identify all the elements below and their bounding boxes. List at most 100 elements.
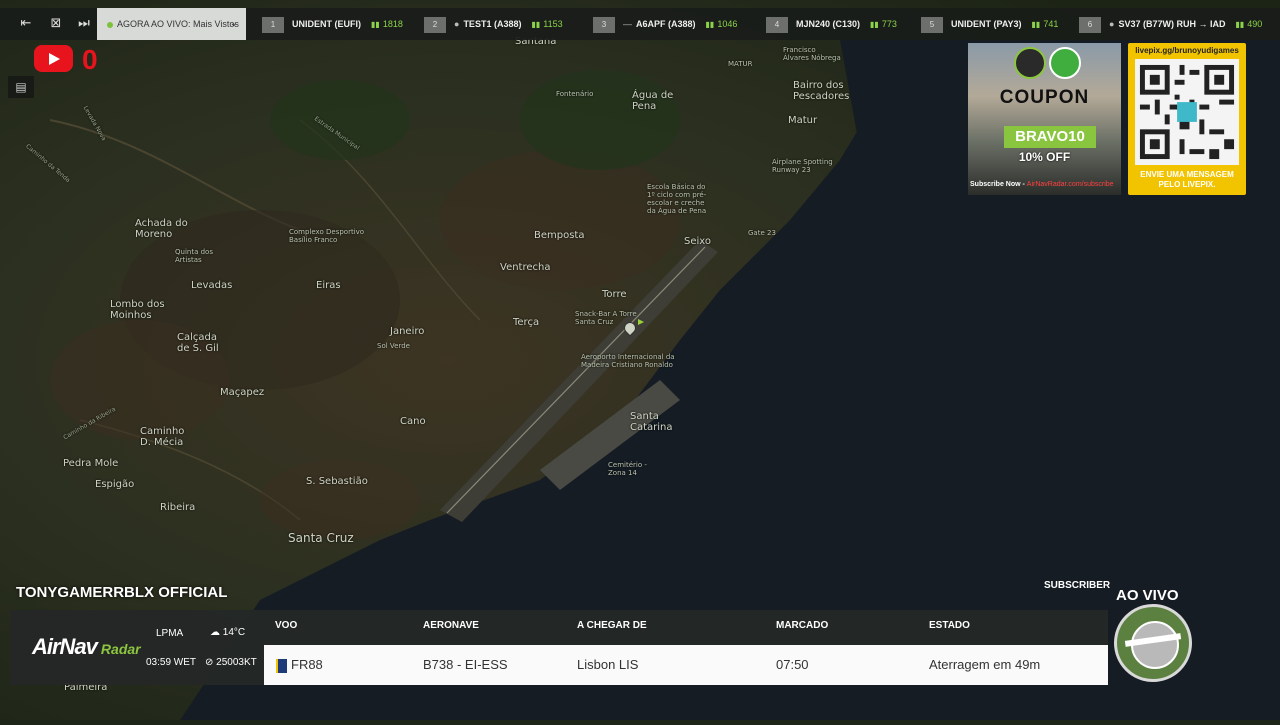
- coupon-site-url: AirNavRadar.com/subscribe: [1026, 181, 1114, 188]
- map-label: Santa Cruz: [288, 531, 354, 545]
- flight-code: TEST1 (A388): [463, 19, 522, 29]
- viewer-count: 773: [881, 19, 897, 29]
- map-label: Santa Catarina: [630, 411, 673, 433]
- airnav-radar-logo: AirNav Radar: [32, 634, 141, 660]
- map-label: Fontenário: [556, 90, 594, 98]
- col-header-estado: ESTADO: [929, 620, 970, 631]
- flight-rank: 6: [1079, 17, 1101, 33]
- weather-readout: ☁ 14°C: [210, 627, 245, 638]
- flight-rank: 5: [921, 17, 943, 33]
- flight-rank: 3: [593, 17, 615, 33]
- viewer-count: 1818: [382, 19, 403, 29]
- airport-code: LPMA: [156, 628, 184, 639]
- coupon-code: BRAVO10: [1004, 126, 1096, 148]
- map-label: Seixo: [684, 236, 712, 247]
- livepix-qr-panel: livepix.gg/brunoyudigames ENVIE UMA MENS…: [1128, 43, 1246, 195]
- play-icon: [49, 53, 60, 65]
- col-header-voo: VOO: [275, 620, 298, 631]
- map-label: Calçada de S. Gil: [177, 332, 219, 354]
- flight-rank: 1: [262, 17, 284, 33]
- airline-logo-icon: ●: [454, 19, 460, 29]
- aircraft-icon[interactable]: [638, 319, 644, 325]
- map-label: Espigão: [95, 479, 135, 490]
- viewers-icon: ▮▮: [1235, 20, 1245, 29]
- viewer-count: 1153: [543, 19, 563, 29]
- qr-caption-line: PELO LIVEPIX.: [1158, 180, 1216, 189]
- map-label: Bemposta: [534, 230, 585, 241]
- flight-code: SV37 (B77W) RUH → IAD: [1118, 19, 1226, 29]
- map-label: Maçapez: [220, 387, 265, 398]
- airnav-radar-icon: [1049, 47, 1081, 79]
- cloud-icon: ☁: [210, 627, 220, 638]
- map-label: Quinta dos Artistas: [175, 248, 213, 264]
- coupon-subscribe-text: Subscribe Now - AirNavRadar.com/subscrib…: [970, 181, 1114, 188]
- skip-next-icon[interactable]: ⏭: [76, 16, 92, 32]
- youtube-counter: 0: [82, 44, 98, 75]
- top-flight-item[interactable]: 6 ● SV37 (B77W) RUH → IAD ▮▮ 490: [1079, 16, 1263, 33]
- map-label: Ribeira: [160, 502, 196, 513]
- subscriber-label: SUBSCRIBER: [1044, 580, 1111, 591]
- collapse-panel-icon[interactable]: ⇤: [18, 16, 34, 32]
- map-label: Aeroporto Internacional da Madeira Crist…: [581, 353, 675, 369]
- expand-icon[interactable]: ⊠: [48, 16, 64, 32]
- map-label: Ventrecha: [500, 262, 551, 273]
- youtube-logo-icon: [34, 45, 73, 72]
- live-filter-dropdown[interactable]: AGORA AO VIVO: Mais Vistos ⌄: [97, 8, 246, 40]
- temperature: 14°C: [222, 627, 246, 638]
- map-label: Cemitério - Zona 14: [608, 461, 647, 477]
- map-label: Complexo Desportivo Basílio Franco: [289, 228, 365, 244]
- top-flight-item[interactable]: 5 UNIDENT (PAY3) ▮▮ 741: [921, 16, 1058, 33]
- airline-logo-icon: ●: [1109, 19, 1115, 29]
- top-flight-item[interactable]: 4 MJN240 (C130) ▮▮ 773: [766, 16, 897, 33]
- wind-value: 25003KT: [216, 657, 257, 668]
- brand-seal-icon: [1014, 47, 1046, 79]
- map-label: MATUR: [728, 60, 753, 68]
- flight-code: UNIDENT (EUFI): [292, 19, 361, 29]
- scheduled-cell: 07:50: [776, 657, 809, 672]
- flight-number-cell: FR88: [276, 657, 323, 673]
- origin-cell: Lisbon LIS: [577, 657, 639, 672]
- flight-rank: 2: [424, 17, 446, 33]
- viewer-count: 1046: [717, 19, 738, 29]
- wind-icon: ⊘: [205, 657, 214, 668]
- flight-code: UNIDENT (PAY3): [951, 19, 1022, 29]
- wind-readout: ⊘ 25003KT: [205, 657, 257, 668]
- qr-code-icon: [1135, 59, 1239, 165]
- channel-name: TONYGAMERRBLX OFFICIAL: [16, 584, 228, 601]
- coupon-discount: 10% OFF: [1018, 150, 1071, 164]
- col-header-origem: A CHEGAR DE: [577, 620, 647, 631]
- logo-sub: Radar: [100, 641, 141, 657]
- flight-list-button[interactable]: ▤: [8, 76, 34, 98]
- status-cell: Aterragem em 49m: [929, 657, 1041, 672]
- local-time: 03:59 WET: [146, 657, 197, 668]
- map-label: Água de Pena: [632, 90, 674, 112]
- viewer-count: 490: [1247, 19, 1263, 29]
- map-label: Cano: [400, 416, 426, 427]
- viewers-icon: ▮▮: [1031, 20, 1041, 29]
- top-flights-bar: ⇤ ⊠ ⏭ AGORA AO VIVO: Mais Vistos ⌄ 1 UNID…: [0, 8, 1280, 40]
- airline-logo-icon: —: [623, 19, 632, 29]
- top-flight-item[interactable]: 3 — A6APF (A388) ▮▮ 1046: [593, 16, 738, 33]
- map-label: Levadas: [191, 280, 233, 291]
- logo-main: AirNav: [32, 634, 98, 659]
- col-header-aeronave: AERONAVE: [423, 620, 479, 631]
- map-label: S. Sebastião: [306, 476, 368, 487]
- top-flight-item[interactable]: 1 UNIDENT (EUFI) ▮▮ 1818: [262, 16, 403, 33]
- live-filter-label: AGORA AO VIVO: Mais Vistos: [117, 19, 239, 29]
- map-label: Caminho D. Mécia: [140, 426, 185, 448]
- map-label: Janeiro: [390, 326, 425, 337]
- flight-rank: 4: [766, 17, 788, 33]
- map-label: Lombo dos Moinhos: [110, 299, 165, 321]
- coupon-banner: COUPON BRAVO10 10% OFF Subscribe Now - A…: [968, 43, 1121, 195]
- map-label: Airplane Spotting Runway 23: [772, 158, 833, 174]
- map-label: Terça: [513, 317, 540, 328]
- viewers-icon: ▮▮: [705, 20, 715, 29]
- live-label: AO VIVO: [1116, 587, 1179, 604]
- flight-code: A6APF (A388): [636, 19, 696, 29]
- coupon-site-prefix: Subscribe Now -: [970, 181, 1027, 188]
- aircraft-cell: B738 - EI-ESS: [423, 657, 508, 672]
- map-label: Bairro dos Pescadores: [793, 80, 850, 102]
- map-label: Achada do Moreno: [135, 218, 188, 240]
- top-flight-item[interactable]: 2 ● TEST1 (A388) ▮▮ 1153: [424, 16, 563, 33]
- map-label: Matur: [788, 115, 818, 126]
